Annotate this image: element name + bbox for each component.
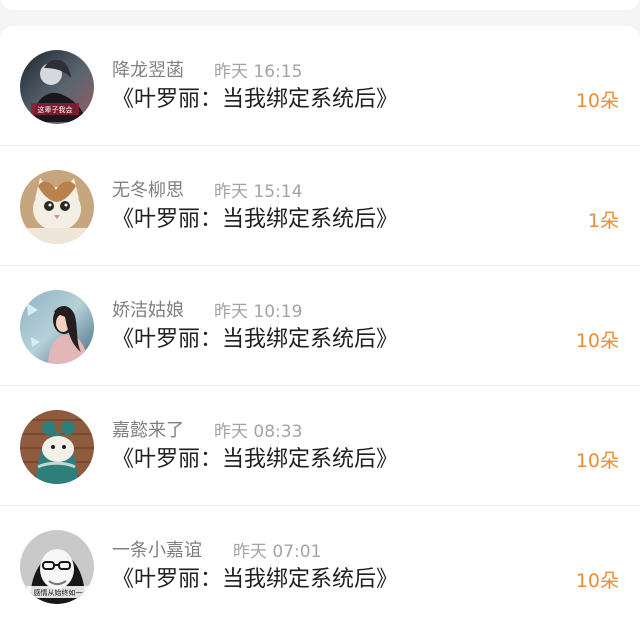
gift-list-item[interactable]: 感情从始终如一 一条小嘉谊 昨天 07:01 《叶罗丽：当我绑定系统后》 10朵 [0,506,640,625]
user-avatar-1[interactable]: 这辈子我会 [20,50,94,124]
book-title[interactable]: 《叶罗丽：当我绑定系统后》 [112,203,398,237]
gift-list: 这辈子我会 降龙翌菡 昨天 16:15 《叶罗丽：当我绑定系统后》 10朵 无冬… [0,26,640,625]
flower-count: 1朵 [587,210,619,232]
avatar-image [20,290,94,364]
flower-count: 10朵 [575,450,619,472]
avatar-caption: 这辈子我会 [38,105,73,114]
gift-list-item[interactable]: 无冬柳思 昨天 15:14 《叶罗丽：当我绑定系统后》 1朵 [0,146,640,266]
gift-time: 昨天 10:19 [214,302,303,322]
book-title[interactable]: 《叶罗丽：当我绑定系统后》 [112,443,398,477]
gift-list-item[interactable]: 娇洁姑娘 昨天 10:19 《叶罗丽：当我绑定系统后》 10朵 [0,266,640,386]
top-card-edge [0,0,640,10]
user-avatar-2[interactable] [20,170,94,244]
flower-count: 10朵 [575,330,619,352]
avatar-caption: 感情从始终如一 [34,588,83,597]
avatar-image [20,170,94,244]
username[interactable]: 一条小嘉谊 [112,539,202,563]
gift-list-item[interactable]: 嘉懿来了 昨天 08:33 《叶罗丽：当我绑定系统后》 10朵 [0,386,640,506]
username[interactable]: 降龙翌菡 [112,59,184,83]
gift-time: 昨天 08:33 [214,422,303,442]
book-title[interactable]: 《叶罗丽：当我绑定系统后》 [112,563,398,597]
flower-count: 10朵 [575,570,619,592]
book-title[interactable]: 《叶罗丽：当我绑定系统后》 [112,323,398,357]
book-title[interactable]: 《叶罗丽：当我绑定系统后》 [112,83,398,117]
username[interactable]: 无冬柳思 [112,179,184,203]
user-avatar-5[interactable]: 感情从始终如一 [20,530,94,604]
gift-list-item[interactable]: 这辈子我会 降龙翌菡 昨天 16:15 《叶罗丽：当我绑定系统后》 10朵 [0,26,640,146]
avatar-image: 感情从始终如一 [20,530,94,604]
gift-time: 昨天 16:15 [214,62,303,82]
gift-time: 昨天 15:14 [214,182,303,202]
username[interactable]: 娇洁姑娘 [112,299,184,323]
user-avatar-4[interactable] [20,410,94,484]
flower-count: 10朵 [575,90,619,112]
avatar-image: 这辈子我会 [20,50,94,124]
user-avatar-3[interactable] [20,290,94,364]
gift-record-page: 这辈子我会 降龙翌菡 昨天 16:15 《叶罗丽：当我绑定系统后》 10朵 无冬… [0,0,640,625]
gift-time: 昨天 07:01 [233,542,322,562]
username[interactable]: 嘉懿来了 [112,419,184,443]
avatar-image [20,410,94,484]
